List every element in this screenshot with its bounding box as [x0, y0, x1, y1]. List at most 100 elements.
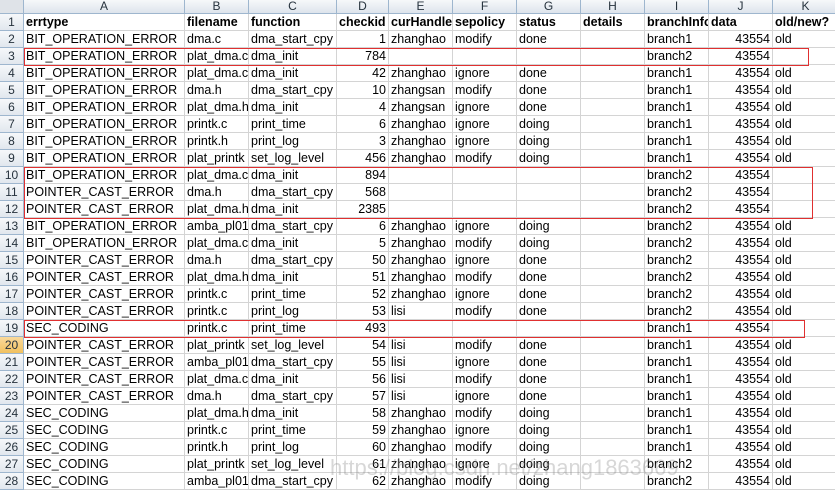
cell[interactable]: POINTER_CAST_ERROR	[24, 371, 185, 388]
header-cell[interactable]: data	[709, 14, 773, 31]
column-header-c[interactable]: C	[249, 0, 337, 14]
cell[interactable]: branch1	[645, 337, 709, 354]
cell[interactable]	[581, 439, 645, 456]
cell[interactable]: 43554	[709, 320, 773, 337]
cell[interactable]: old	[773, 116, 835, 133]
cell[interactable]: zhanghao	[389, 456, 453, 473]
cell[interactable]: old	[773, 422, 835, 439]
cell[interactable]: modify	[453, 303, 517, 320]
cell[interactable]: BIT_OPERATION_ERROR	[24, 167, 185, 184]
cell[interactable]: branch2	[645, 48, 709, 65]
cell[interactable]: dma_init	[249, 201, 337, 218]
cell[interactable]	[581, 99, 645, 116]
cell[interactable]: printk.c	[185, 116, 249, 133]
cell[interactable]	[773, 167, 835, 184]
cell[interactable]: done	[517, 65, 581, 82]
cell[interactable]: 43554	[709, 371, 773, 388]
cell[interactable]: zhanghao	[389, 422, 453, 439]
column-header-e[interactable]: E	[389, 0, 453, 14]
cell[interactable]: 1	[337, 31, 389, 48]
cell[interactable]: branch1	[645, 371, 709, 388]
cell[interactable]: BIT_OPERATION_ERROR	[24, 218, 185, 235]
cell[interactable]	[389, 320, 453, 337]
row-header[interactable]: 8	[0, 133, 24, 150]
cell[interactable]: modify	[453, 439, 517, 456]
cell[interactable]: 43554	[709, 201, 773, 218]
cell[interactable]: print_log	[249, 303, 337, 320]
cell[interactable]: SEC_CODING	[24, 320, 185, 337]
cell[interactable]: done	[517, 286, 581, 303]
cell[interactable]: 57	[337, 388, 389, 405]
cell[interactable]: done	[517, 252, 581, 269]
cell[interactable]: 50	[337, 252, 389, 269]
cell[interactable]: POINTER_CAST_ERROR	[24, 286, 185, 303]
cell[interactable]: 6	[337, 218, 389, 235]
cell[interactable]: branch1	[645, 422, 709, 439]
cell[interactable]: 43554	[709, 354, 773, 371]
cell[interactable]: modify	[453, 269, 517, 286]
row-header[interactable]: 10	[0, 167, 24, 184]
row-header[interactable]: 23	[0, 388, 24, 405]
header-cell[interactable]: errtype	[24, 14, 185, 31]
cell[interactable]: done	[517, 354, 581, 371]
cell[interactable]: modify	[453, 82, 517, 99]
cell[interactable]: ignore	[453, 388, 517, 405]
cell[interactable]: 53	[337, 303, 389, 320]
cell[interactable]	[517, 201, 581, 218]
cell[interactable]: plat_dma.c	[185, 48, 249, 65]
row-header[interactable]: 14	[0, 235, 24, 252]
cell[interactable]: lisi	[389, 354, 453, 371]
cell[interactable]	[581, 303, 645, 320]
column-header-f[interactable]: F	[453, 0, 517, 14]
cell[interactable]	[453, 167, 517, 184]
cell[interactable]: branch1	[645, 150, 709, 167]
cell[interactable]: dma_start_cpy	[249, 388, 337, 405]
cell[interactable]: zhanghao	[389, 269, 453, 286]
cell[interactable]: old	[773, 405, 835, 422]
cell[interactable]: dma_start_cpy	[249, 82, 337, 99]
cell[interactable]: POINTER_CAST_ERROR	[24, 388, 185, 405]
cell[interactable]: 60	[337, 439, 389, 456]
row-header[interactable]: 27	[0, 456, 24, 473]
cell[interactable]: zhanghao	[389, 286, 453, 303]
cell[interactable]: dma_start_cpy	[249, 31, 337, 48]
cell[interactable]: branch2	[645, 235, 709, 252]
cell[interactable]: zhanghao	[389, 252, 453, 269]
cell[interactable]: 61	[337, 456, 389, 473]
row-header[interactable]: 1	[0, 14, 24, 31]
cell[interactable]: branch2	[645, 473, 709, 490]
cell[interactable]: done	[517, 82, 581, 99]
cell[interactable]: plat_dma.h	[185, 99, 249, 116]
row-header[interactable]: 22	[0, 371, 24, 388]
cell[interactable]: POINTER_CAST_ERROR	[24, 201, 185, 218]
row-header[interactable]: 24	[0, 405, 24, 422]
cell[interactable]	[517, 167, 581, 184]
cell[interactable]: doing	[517, 116, 581, 133]
cell[interactable]	[581, 133, 645, 150]
cell[interactable]	[389, 167, 453, 184]
cell[interactable]	[389, 201, 453, 218]
cell[interactable]: old	[773, 473, 835, 490]
cell[interactable]: 43554	[709, 439, 773, 456]
cell[interactable]: 4	[337, 99, 389, 116]
cell[interactable]	[581, 269, 645, 286]
cell[interactable]	[773, 184, 835, 201]
cell[interactable]	[581, 218, 645, 235]
cell[interactable]: zhangsan	[389, 82, 453, 99]
cell[interactable]: 43554	[709, 99, 773, 116]
cell[interactable]: old	[773, 150, 835, 167]
row-header[interactable]: 11	[0, 184, 24, 201]
cell[interactable]: ignore	[453, 218, 517, 235]
cell[interactable]: branch1	[645, 439, 709, 456]
cell[interactable]: old	[773, 133, 835, 150]
cell[interactable]: branch2	[645, 167, 709, 184]
cell[interactable]: set_log_level	[249, 456, 337, 473]
cell[interactable]: lisi	[389, 337, 453, 354]
cell[interactable]: dma_init	[249, 48, 337, 65]
cell[interactable]: print_log	[249, 439, 337, 456]
cell[interactable]: 43554	[709, 167, 773, 184]
cell[interactable]: doing	[517, 218, 581, 235]
row-header[interactable]: 9	[0, 150, 24, 167]
cell[interactable]	[389, 48, 453, 65]
cell[interactable]: doing	[517, 439, 581, 456]
